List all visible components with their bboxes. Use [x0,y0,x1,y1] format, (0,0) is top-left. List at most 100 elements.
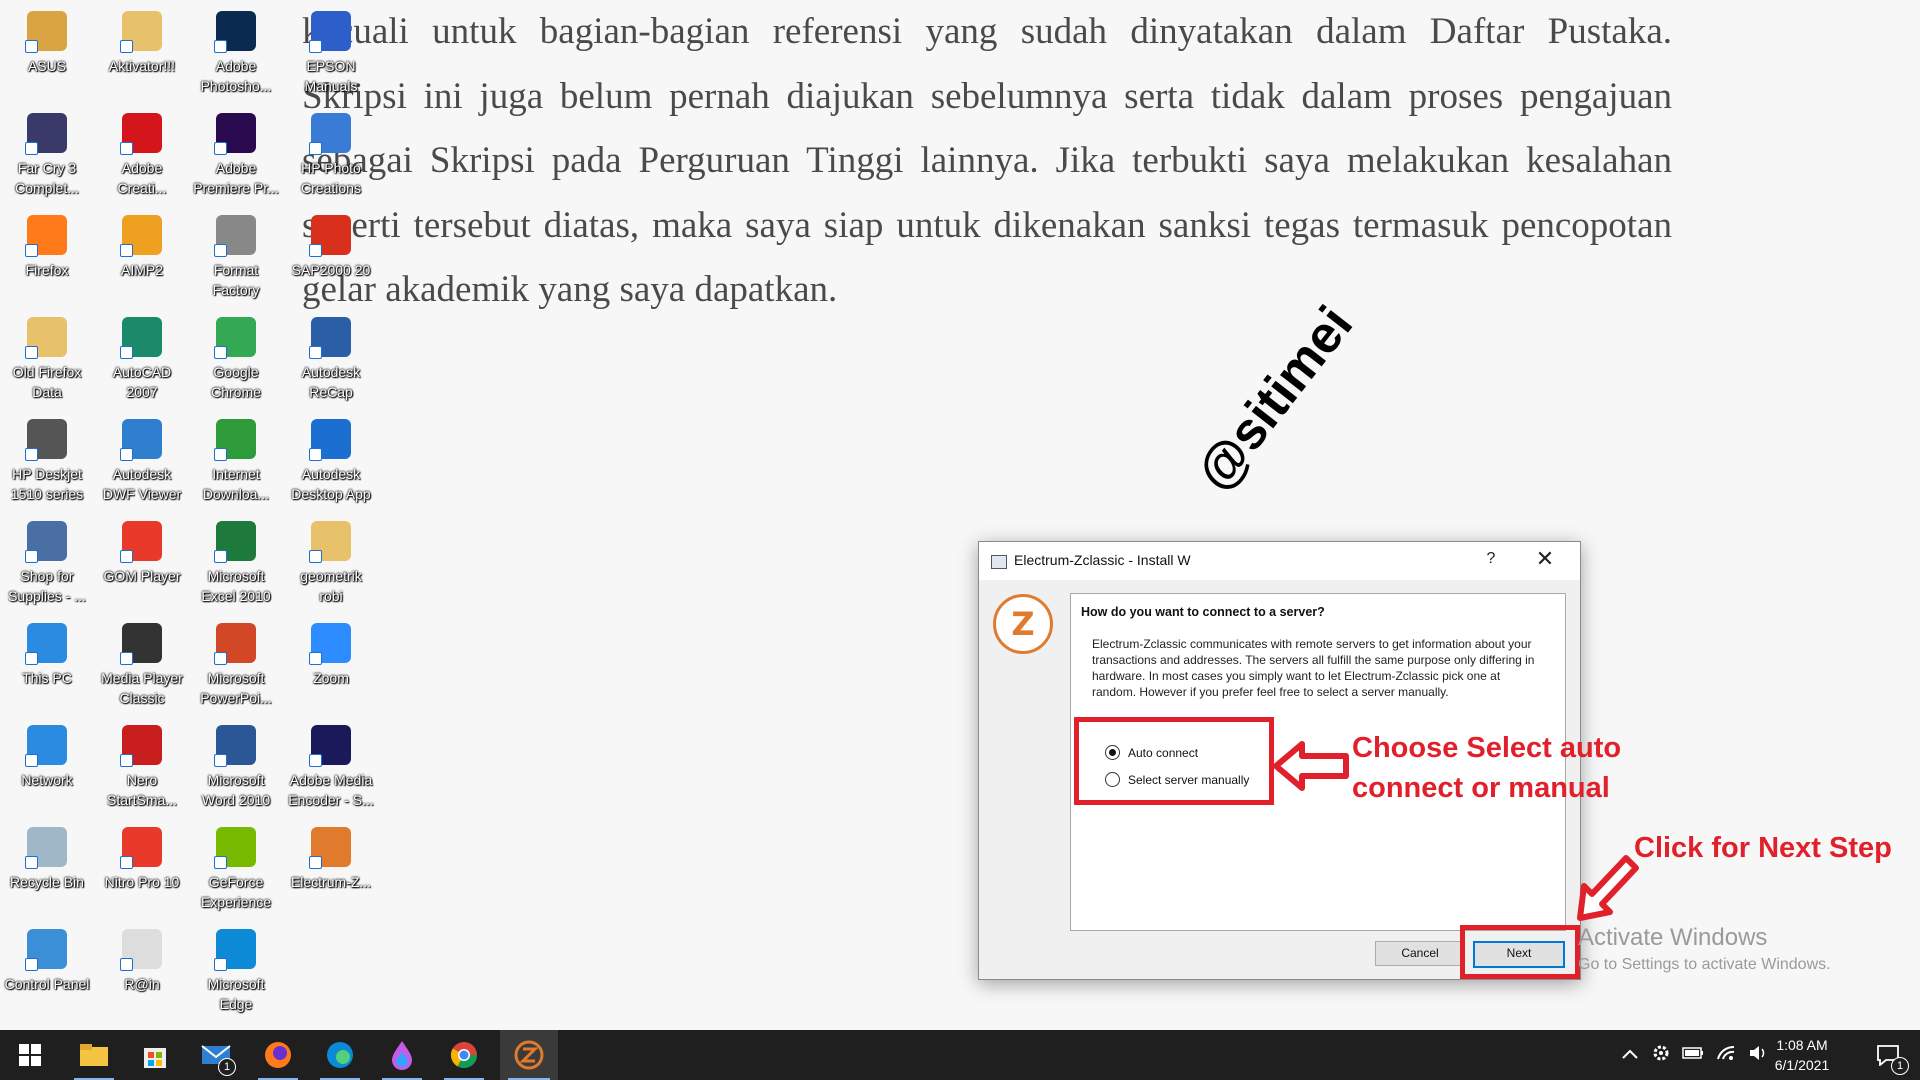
clock-date: 6/1/2021 [1774,1057,1830,1073]
battery-icon[interactable] [1682,1046,1704,1065]
desktop-icon[interactable]: Control Panel [1,921,93,994]
app-icon [120,113,162,155]
wifi-icon[interactable] [1716,1045,1736,1066]
desktop-icon[interactable]: EPSON Manuals [285,3,377,96]
logo-glyph: Z [1011,605,1035,643]
desktop-icon[interactable]: Adobe Premiere Pr... [190,105,282,198]
desktop-icon-label: geometrik robi [300,568,362,604]
desktop-icon[interactable]: Microsoft Excel 2010 [190,513,282,606]
desktop-icon[interactable]: Adobe Photosho... [190,3,282,96]
desktop-icon[interactable]: Media Player Classic [96,615,188,708]
desktop-icon[interactable]: Autodesk DWF Viewer [96,411,188,504]
app-icon [25,725,67,767]
desktop-icon[interactable]: Google Chrome [190,309,282,402]
activate-line-1: Activate Windows [1578,924,1768,951]
description-text: Electrum-Zclassic communicates with remo… [1092,637,1535,699]
choose-annotation: Choose Select auto connect or manual [1352,728,1621,808]
desktop-icon[interactable]: Internet Downloa... [190,411,282,504]
desktop-icon[interactable]: Old Firefox Data [1,309,93,402]
app-icon [120,317,162,359]
desktop-icon[interactable]: Recycle Bin [1,819,93,892]
app-icon [309,725,351,767]
paint-taskbar-button[interactable] [374,1030,430,1080]
desktop-icon[interactable]: AIMP2 [96,207,188,280]
chevron-up-icon[interactable] [1622,1046,1638,1064]
desktop-icon[interactable]: Adobe Creati... [96,105,188,198]
desktop-icon[interactable]: GOM Player [96,513,188,586]
desktop-icon[interactable]: Microsoft PowerPoi... [190,615,282,708]
dialog-title: Electrum-Zclassic - Install W [1014,552,1191,568]
desktop-icon-label: Recycle Bin [10,874,84,890]
notifications-button[interactable]: 1 [1860,1030,1916,1080]
desktop-icon[interactable]: AutoCAD 2007 [96,309,188,402]
desktop-icon[interactable]: SAP2000 20 [285,207,377,280]
chrome-taskbar-button[interactable] [436,1030,492,1080]
cancel-button[interactable]: Cancel [1375,941,1465,966]
help-icon[interactable]: ? [1480,550,1502,568]
window-icon [991,555,1007,569]
desktop-icon[interactable]: Electrum-Z... [285,819,377,892]
desktop-icon[interactable]: HP Photo Creations [285,105,377,198]
folder-icon [80,1044,108,1066]
desktop-icon[interactable]: Network [1,717,93,790]
app-icon [214,113,256,155]
desktop-icon[interactable]: Nitro Pro 10 [96,819,188,892]
system-tray [1622,1030,1768,1080]
desktop-icon[interactable]: Autodesk ReCap [285,309,377,402]
desktop-icon-label: Nero StartSma... [106,772,178,808]
desktop-icon[interactable]: Microsoft Word 2010 [190,717,282,810]
app-icon [25,113,67,155]
desktop-icon[interactable]: Firefox [1,207,93,280]
desktop-icon-label: Media Player Classic [101,670,183,706]
desktop-icon[interactable]: Microsoft Edge [190,921,282,1014]
desktop-icon-label: HP Deskjet 1510 series [10,466,84,502]
desktop-icon[interactable]: HP Deskjet 1510 series [1,411,93,504]
desktop-icon-label: Old Firefox Data [12,364,82,400]
firefox-taskbar-button[interactable] [250,1030,306,1080]
desktop-icon-label: Internet Downloa... [202,466,270,502]
desktop-icon[interactable]: Aktivator!!! [96,3,188,76]
desktop-icon[interactable]: Autodesk Desktop App [285,411,377,504]
gear-icon[interactable] [1652,1044,1670,1067]
app-icon [25,623,67,665]
dialog-titlebar[interactable]: Electrum-Zclassic - Install W ? ✕ [979,542,1580,580]
start-button[interactable] [2,1030,58,1080]
app-icon [214,725,256,767]
choose-line-2: connect or manual [1352,772,1610,804]
desktop-icon-label: Adobe Creati... [117,160,167,196]
wallpaper-text: kecuali untuk bagian-bagian referensi ya… [302,0,1672,323]
desktop-icon-label: Electrum-Z... [290,874,372,890]
app-icon [214,929,256,971]
store-taskbar-button[interactable] [127,1030,183,1080]
desktop-icon-label: SAP2000 20 [291,262,371,278]
desktop-icon[interactable]: Shop for Supplies - ... [1,513,93,606]
desktop-icon[interactable]: geometrik robi [285,513,377,606]
close-icon[interactable]: ✕ [1533,546,1557,572]
taskbar-clock[interactable]: 1:08 AM 6/1/2021 [1762,1035,1842,1075]
app-icon [309,317,351,359]
app-icon [214,623,256,665]
activate-line-2: Go to Settings to activate Windows. [1578,956,1831,973]
desktop-icon[interactable]: This PC [1,615,93,688]
electrum-zclassic-taskbar-button[interactable] [500,1030,558,1080]
desktop-icon[interactable]: Adobe Media Encoder - S... [285,717,377,810]
file-explorer-taskbar-button[interactable] [66,1030,122,1080]
desktop-icon-label: Autodesk DWF Viewer [102,466,182,502]
desktop-icon-label: AIMP2 [120,262,163,278]
desktop-icon[interactable]: ASUS [1,3,93,76]
desktop-icon[interactable]: Far Cry 3 Complet... [1,105,93,198]
mail-taskbar-button[interactable]: 1 [188,1030,244,1080]
options-highlight-box [1074,717,1274,805]
next-step-annotation: Click for Next Step [1634,832,1892,864]
desktop-icon[interactable]: GeForce Experience [190,819,282,912]
edge-taskbar-button[interactable] [312,1030,368,1080]
desktop-icon-label: EPSON Manuals [304,58,358,94]
desktop-icon[interactable]: Nero StartSma... [96,717,188,810]
desktop-icon[interactable]: Format Factory [190,207,282,300]
desktop-icon[interactable]: Zoom [285,615,377,688]
app-icon [120,215,162,257]
desktop-icon-label: Adobe Premiere Pr... [193,160,279,196]
desktop-icon[interactable]: R@in [96,921,188,994]
paint-drop-icon [392,1041,412,1070]
firefox-icon [265,1042,291,1068]
